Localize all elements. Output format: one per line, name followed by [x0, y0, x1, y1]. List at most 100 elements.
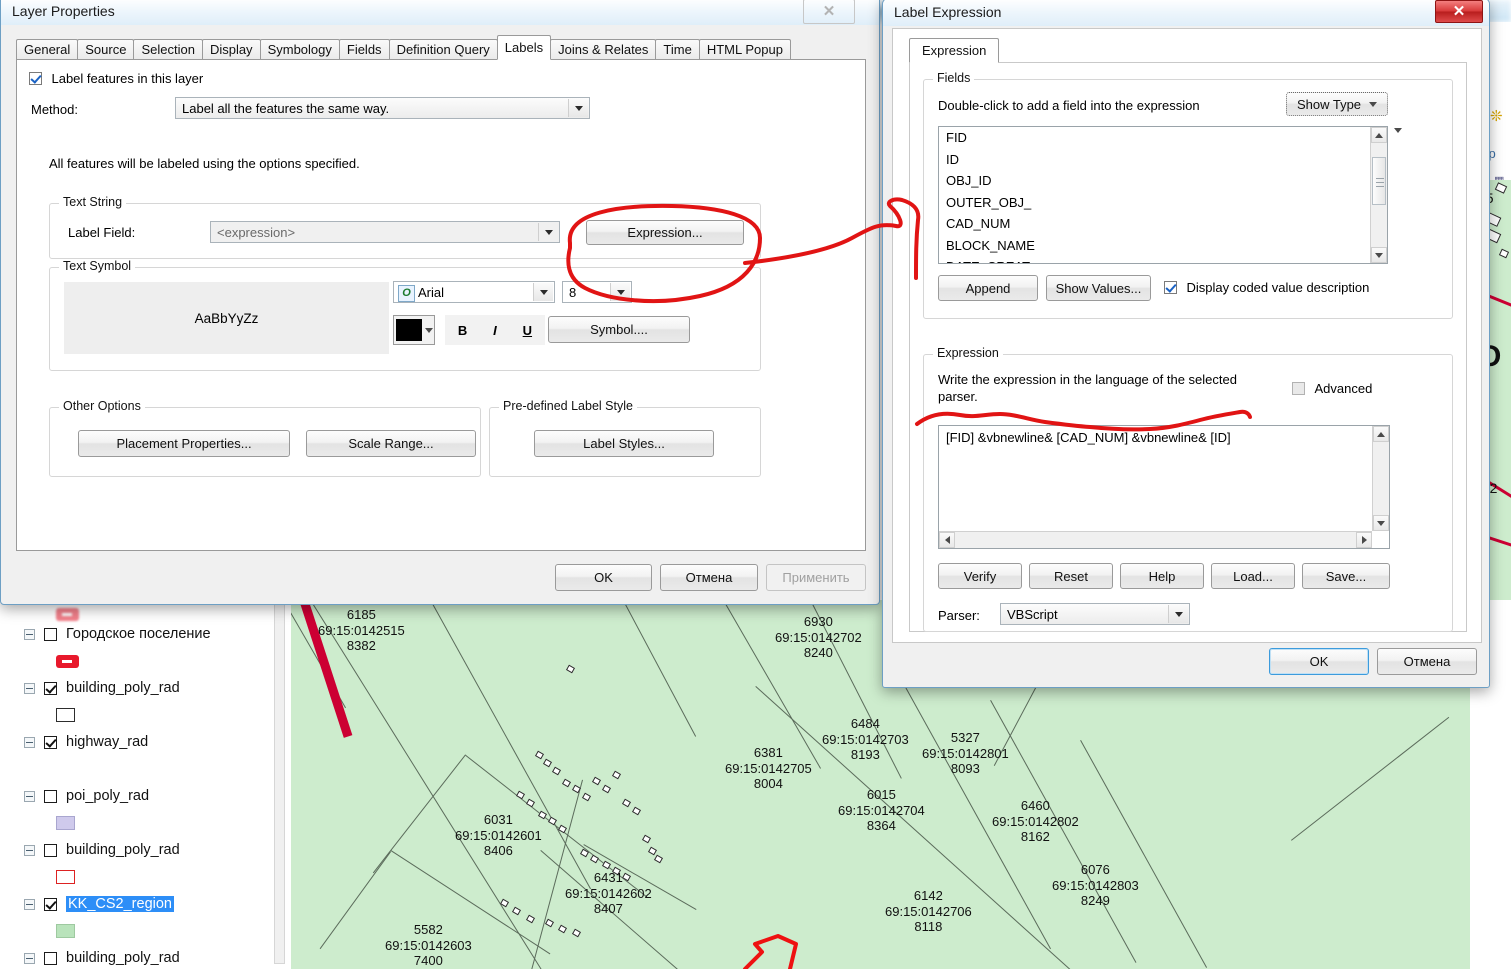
expression-hscrollbar[interactable] — [939, 531, 1372, 548]
chevron-down-icon[interactable] — [533, 283, 553, 301]
toc-layer-row-selected[interactable]: KK_CS2_region — [0, 890, 291, 918]
field-item[interactable]: FID — [939, 127, 1387, 149]
chevron-down-icon[interactable] — [425, 327, 433, 333]
toc-layer-row[interactable]: building_poly_rad — [0, 944, 291, 969]
help-button[interactable]: Help — [1120, 563, 1204, 589]
toc-scrollbar[interactable] — [274, 604, 285, 964]
collapse-icon[interactable] — [24, 952, 35, 964]
field-item[interactable]: OBJ_ID — [939, 170, 1387, 192]
scroll-down-icon[interactable] — [1371, 247, 1387, 263]
tab-html-popup[interactable]: HTML Popup — [698, 39, 791, 60]
load-button[interactable]: Load... — [1211, 563, 1295, 589]
expression-tabs[interactable]: Expression — [909, 38, 1000, 63]
field-item[interactable]: ID — [939, 149, 1387, 171]
symbol-button[interactable]: Symbol.... — [548, 316, 690, 343]
layer-visibility-checkbox[interactable] — [44, 681, 57, 695]
method-dropdown[interactable]: Label all the features the same way. — [175, 97, 590, 119]
layer-visibility-checkbox[interactable] — [44, 897, 57, 911]
layer-properties-dialog[interactable]: Layer Properties ✕ General Source Select… — [0, 0, 880, 605]
field-item[interactable]: BLOCK_NAME — [939, 235, 1387, 257]
tab-fields[interactable]: Fields — [338, 39, 390, 60]
verify-button[interactable]: Verify — [938, 563, 1022, 589]
advanced-checkbox-row[interactable]: Advanced — [1292, 381, 1372, 396]
scroll-right-icon[interactable] — [1356, 532, 1372, 548]
ok-button[interactable]: OK — [555, 564, 652, 591]
layer-properties-titlebar[interactable]: Layer Properties ✕ — [1, 0, 879, 25]
collapse-icon[interactable] — [24, 682, 35, 694]
collapse-icon[interactable] — [24, 898, 35, 910]
font-size-dropdown[interactable]: 8 — [562, 281, 632, 303]
toc-layer-row[interactable]: Городское поселение — [0, 620, 291, 648]
coded-value-checkbox[interactable] — [1164, 281, 1177, 294]
table-of-contents[interactable]: Городское поселение building_poly_rad hi… — [0, 600, 292, 969]
collapse-icon[interactable] — [24, 790, 35, 802]
layer-visibility-checkbox[interactable] — [44, 789, 57, 803]
tab-symbology[interactable]: Symbology — [259, 39, 340, 60]
toc-layer-row[interactable]: building_poly_rad — [0, 836, 291, 864]
close-icon[interactable]: ✕ — [1435, 0, 1483, 23]
scroll-down-icon[interactable] — [1373, 515, 1389, 531]
advanced-checkbox[interactable] — [1292, 382, 1305, 395]
toc-layer-row[interactable]: poi_poly_rad — [0, 782, 291, 810]
fields-listbox[interactable]: FID ID OBJ_ID OUTER_OBJ_ CAD_NUM BLOCK_N… — [938, 126, 1388, 264]
expression-textbox[interactable]: [FID] &vbnewline& [CAD_NUM] &vbnewline& … — [938, 425, 1390, 549]
layer-visibility-checkbox[interactable] — [44, 951, 57, 965]
chevron-down-icon[interactable] — [568, 99, 588, 117]
fields-scrollbar[interactable] — [1370, 127, 1387, 263]
save-button[interactable]: Save... — [1302, 563, 1390, 589]
placement-properties-button[interactable]: Placement Properties... — [78, 430, 290, 457]
tab-definition-query[interactable]: Definition Query — [388, 39, 498, 60]
font-color-picker[interactable] — [393, 315, 435, 345]
chevron-down-icon[interactable] — [1369, 101, 1378, 107]
parser-dropdown[interactable]: VBScript — [1000, 603, 1190, 625]
scale-range-button[interactable]: Scale Range... — [306, 430, 476, 457]
tab-time[interactable]: Time — [655, 39, 700, 60]
collapse-icon[interactable] — [24, 844, 35, 856]
expression-button[interactable]: Expression... — [586, 220, 744, 245]
coded-value-checkbox-row[interactable]: Display coded value description — [1164, 280, 1369, 295]
cancel-button[interactable]: Отмена — [660, 564, 758, 591]
cancel-button[interactable]: Отмена — [1377, 648, 1477, 675]
bold-button[interactable]: B — [458, 323, 467, 338]
label-field-dropdown[interactable]: <expression> — [210, 221, 560, 243]
label-expression-dialog[interactable]: Label Expression ✕ Expression Fields Dou… — [882, 0, 1490, 688]
label-features-checkbox[interactable] — [29, 72, 42, 85]
layer-properties-tabs[interactable]: General Source Selection Display Symbolo… — [16, 35, 791, 60]
scroll-up-icon[interactable] — [1373, 426, 1389, 442]
layer-visibility-checkbox[interactable] — [44, 627, 57, 641]
scrollbar-thumb[interactable] — [1372, 157, 1386, 205]
toc-layer-row[interactable]: building_poly_rad — [0, 674, 291, 702]
chevron-down-icon[interactable] — [538, 223, 558, 241]
underline-button[interactable]: U — [523, 323, 532, 338]
tab-labels[interactable]: Labels — [496, 35, 552, 60]
close-icon[interactable]: ✕ — [803, 0, 855, 24]
tab-general[interactable]: General — [16, 39, 79, 60]
toc-layer-row[interactable]: highway_rad — [0, 728, 291, 756]
tab-expression[interactable]: Expression — [909, 38, 1000, 63]
field-item[interactable]: OUTER_OBJ_ — [939, 192, 1387, 214]
tab-source[interactable]: Source — [77, 39, 135, 60]
field-item[interactable]: CAD_NUM — [939, 213, 1387, 235]
label-expression-titlebar[interactable]: Label Expression ✕ — [883, 0, 1489, 26]
collapse-icon[interactable] — [24, 736, 35, 748]
layer-visibility-checkbox[interactable] — [44, 735, 57, 749]
tab-selection[interactable]: Selection — [133, 39, 203, 60]
tab-display[interactable]: Display — [201, 39, 261, 60]
label-features-checkbox-row[interactable]: Label features in this layer — [29, 71, 203, 86]
ok-button[interactable]: OK — [1269, 648, 1369, 675]
show-values-button[interactable]: Show Values... — [1046, 275, 1151, 301]
scroll-up-icon[interactable] — [1371, 127, 1387, 143]
chevron-down-icon[interactable] — [1168, 605, 1188, 623]
collapse-icon[interactable] — [24, 628, 35, 640]
append-button[interactable]: Append — [938, 275, 1038, 301]
font-style-toolbar[interactable]: B I U — [445, 315, 545, 345]
italic-button[interactable]: I — [493, 323, 497, 338]
chevron-down-icon[interactable] — [610, 283, 630, 301]
label-styles-button[interactable]: Label Styles... — [534, 430, 714, 457]
scroll-left-icon[interactable] — [939, 532, 955, 548]
layer-visibility-checkbox[interactable] — [44, 843, 57, 857]
font-family-dropdown[interactable]: O Arial — [393, 281, 555, 303]
show-type-button[interactable]: Show Type — [1286, 92, 1388, 116]
tab-joins-relates[interactable]: Joins & Relates — [550, 39, 657, 60]
reset-button[interactable]: Reset — [1029, 563, 1113, 589]
